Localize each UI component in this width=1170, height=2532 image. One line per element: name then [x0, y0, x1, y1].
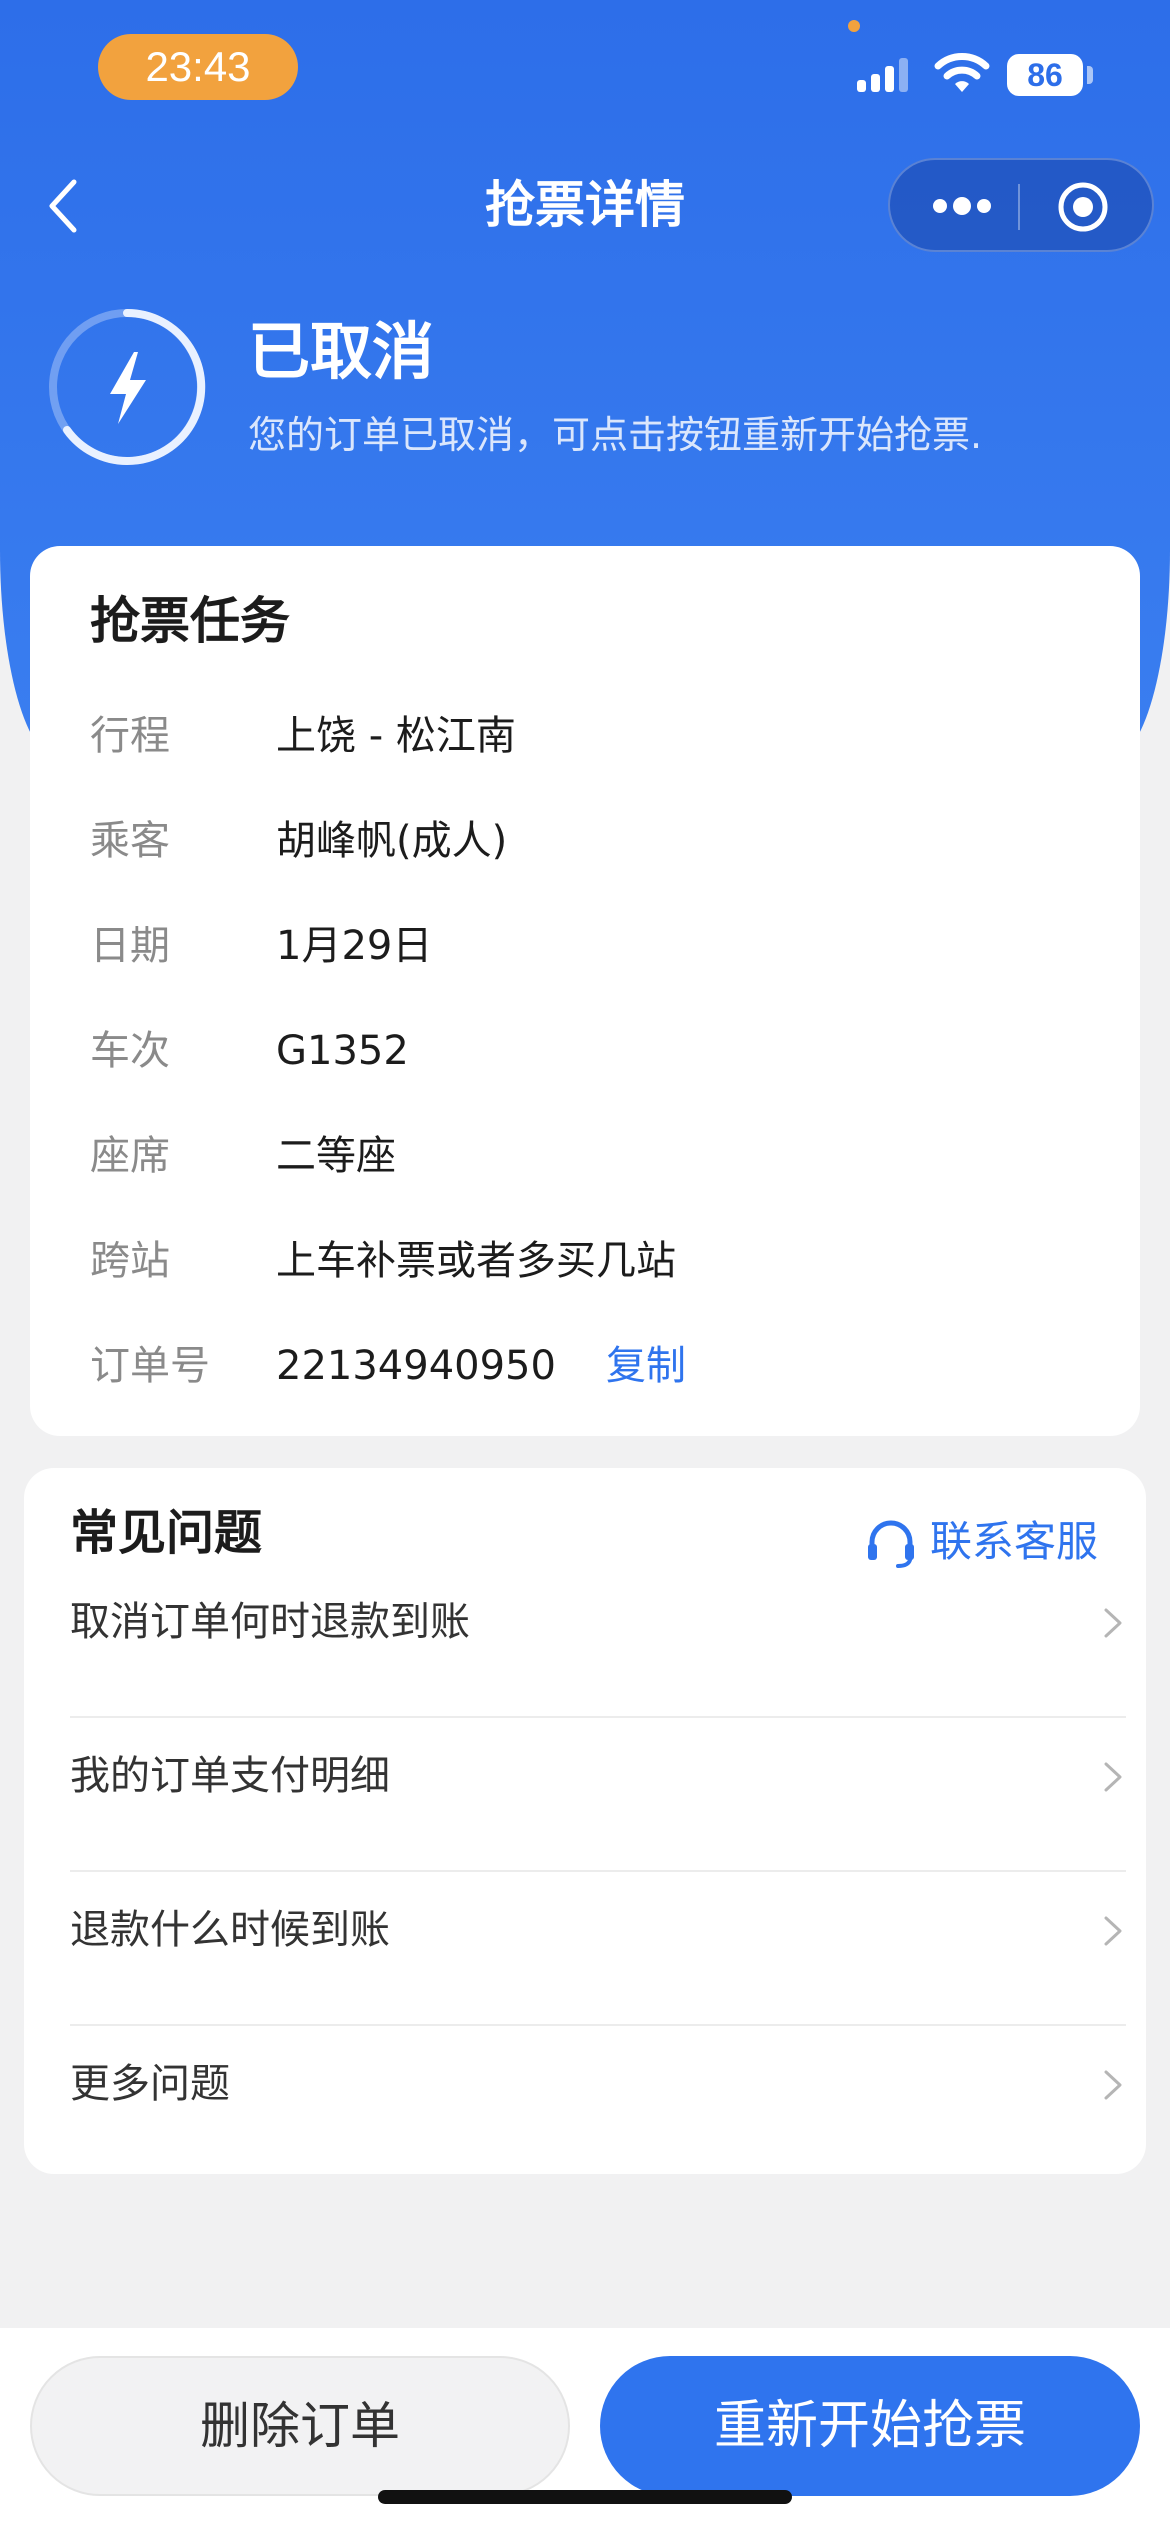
detail-label: 日期	[90, 923, 170, 969]
detail-row-route: 行程 上饶 - 松江南	[90, 706, 1090, 766]
faq-item-label: 退款什么时候到账	[70, 1907, 390, 1953]
faq-item[interactable]: 我的订单支付明细	[70, 1746, 1126, 1898]
faq-item[interactable]: 更多问题	[70, 2054, 1126, 2206]
detail-value: 二等座	[276, 1133, 396, 1179]
detail-row-order-number: 订单号 22134940950 复制	[90, 1336, 1090, 1396]
close-miniprogram-icon[interactable]	[1056, 180, 1110, 234]
wifi-icon	[934, 53, 990, 92]
faq-item[interactable]: 取消订单何时退款到账	[70, 1592, 1126, 1744]
faq-item-label: 取消订单何时退款到账	[70, 1599, 470, 1645]
privacy-indicator-dot	[848, 20, 860, 32]
faq-divider	[70, 1870, 1126, 1872]
faq-title: 常见问题	[70, 1505, 263, 1561]
signal-icon	[857, 58, 908, 92]
contact-support-label: 联系客服	[930, 1517, 1099, 1566]
faq-item-label: 更多问题	[70, 2061, 230, 2107]
detail-row-passenger: 乘客 胡峰帆(成人)	[90, 811, 1090, 871]
chevron-right-icon	[1104, 1608, 1122, 1638]
order-status-description: 您的订单已取消，可点击按钮重新开始抢票.	[248, 413, 983, 457]
detail-value: 胡峰帆(成人)	[276, 818, 508, 864]
chevron-right-icon	[1104, 2070, 1122, 2100]
detail-label: 车次	[90, 1028, 170, 1074]
detail-label: 行程	[90, 713, 170, 759]
faq-divider	[70, 2024, 1126, 2026]
more-dots-icon[interactable]	[930, 194, 994, 218]
capsule-divider	[1018, 184, 1020, 230]
chevron-right-icon	[1104, 1762, 1122, 1792]
detail-row-train: 车次 G1352	[90, 1021, 1090, 1081]
delete-order-button[interactable]: 删除订单	[30, 2356, 570, 2496]
detail-label: 乘客	[90, 818, 170, 864]
faq-divider	[70, 1716, 1126, 1718]
status-time: 23:43	[98, 34, 298, 100]
detail-label: 订单号	[90, 1343, 210, 1389]
mini-program-capsule	[888, 158, 1154, 252]
detail-value: 上车补票或者多买几站	[276, 1238, 676, 1284]
detail-value: G1352	[276, 1028, 409, 1074]
detail-value: 上饶 - 松江南	[276, 713, 516, 759]
detail-row-seat: 座席 二等座	[90, 1126, 1090, 1186]
detail-value: 1月29日	[276, 923, 433, 969]
headset-icon	[868, 1520, 914, 1568]
order-status-title: 已取消	[248, 315, 435, 388]
chevron-right-icon	[1104, 1916, 1122, 1946]
ticket-task-card: 抢票任务 行程 上饶 - 松江南 乘客 胡峰帆(成人) 日期 1月29日 车次 …	[30, 546, 1140, 1436]
faq-item[interactable]: 退款什么时候到账	[70, 1900, 1126, 2052]
faq-card: 常见问题 联系客服 取消订单何时退款到账 我的订单支付明细 退款什么时候到账 更…	[24, 1468, 1146, 2174]
home-indicator	[378, 2490, 792, 2504]
detail-label: 座席	[90, 1133, 170, 1179]
order-number-value: 22134940950	[276, 1343, 556, 1389]
detail-label: 跨站	[90, 1238, 170, 1284]
battery-tip	[1087, 66, 1093, 84]
faq-item-label: 我的订单支付明细	[70, 1753, 390, 1799]
detail-row-cross-station: 跨站 上车补票或者多买几站	[90, 1231, 1090, 1291]
lightning-status-icon	[49, 308, 206, 465]
task-card-title: 抢票任务	[90, 592, 290, 650]
detail-row-date: 日期 1月29日	[90, 916, 1090, 976]
battery-indicator: 86	[1007, 54, 1083, 96]
copy-order-number-link[interactable]: 复制	[606, 1336, 686, 1396]
restart-grab-button[interactable]: 重新开始抢票	[600, 2356, 1140, 2496]
